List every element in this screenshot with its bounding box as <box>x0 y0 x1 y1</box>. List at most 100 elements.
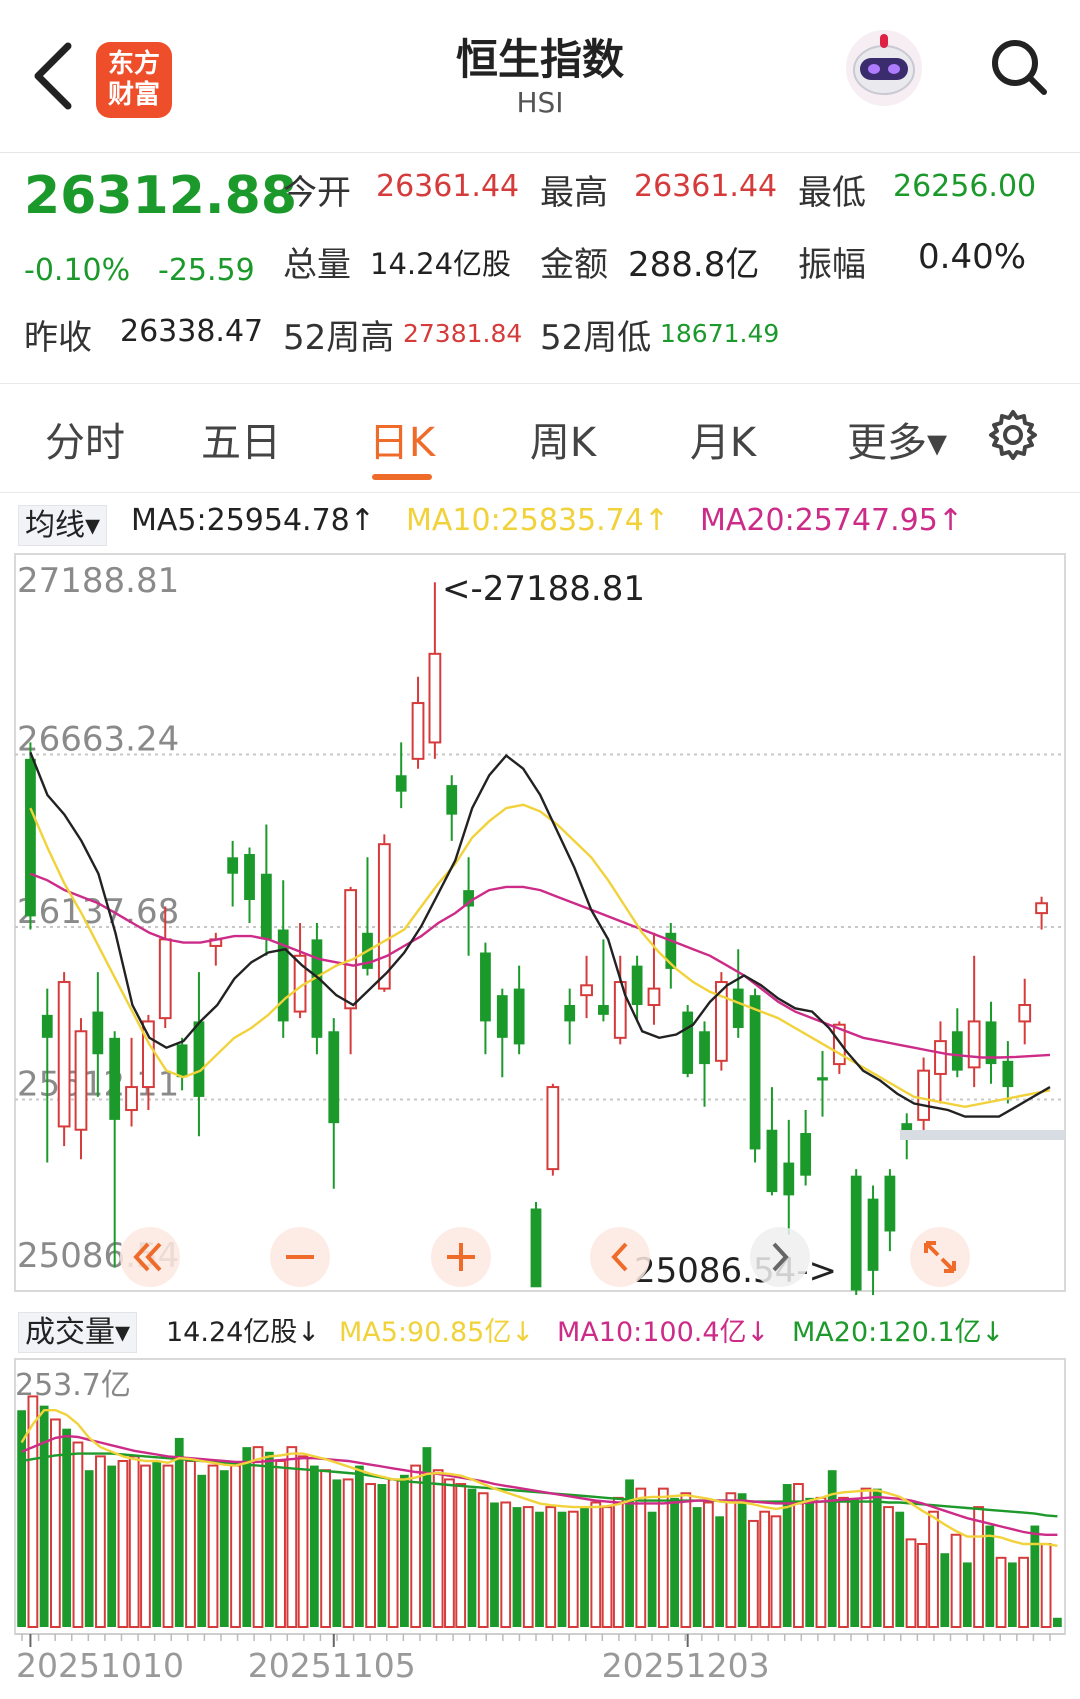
candle-body-down <box>395 775 407 792</box>
active-tab-indicator <box>372 474 432 480</box>
volume-bar-up <box>286 1446 298 1628</box>
volume-bar-up <box>928 1510 939 1628</box>
tab-daily-k[interactable]: 日K <box>347 410 457 468</box>
scroll-right-button[interactable] <box>750 1227 810 1287</box>
fullscreen-button[interactable] <box>910 1227 970 1287</box>
ma-selector-label[interactable]: 均线▾ <box>18 505 108 546</box>
volume-bar-down <box>535 1511 544 1627</box>
volume-bar-up <box>522 1506 534 1629</box>
vol-ma20-legend: MA20:120.1亿↓ <box>792 1310 1004 1349</box>
volume-bar-up <box>342 1478 354 1629</box>
volume-bar-up <box>680 1492 692 1628</box>
volume-bar-down <box>670 1497 679 1627</box>
volume-bar-down <box>1030 1525 1040 1627</box>
indicator-selector[interactable]: 成交量▾ <box>18 1307 138 1353</box>
volume-bars <box>17 1395 1062 1629</box>
tab-five-day[interactable]: 五日 <box>186 410 296 468</box>
low-label: 最低 <box>798 173 866 213</box>
volume-chart[interactable]: 253.7亿 20251010 20251105 20251203 <box>0 1355 1080 1699</box>
volume-bar-down <box>850 1497 860 1627</box>
candle-body-down <box>328 1031 340 1124</box>
volume-label: 总量 <box>283 245 351 285</box>
volume-bar-up <box>365 1483 377 1628</box>
volume-bar-up <box>635 1487 647 1628</box>
y-axis-label: 27188.81 <box>17 561 179 601</box>
open-label: 今开 <box>283 173 351 213</box>
candle-body-up <box>546 1086 560 1171</box>
w52-low-value: 18671.49 <box>660 319 780 348</box>
volume-bar-down <box>512 1507 522 1627</box>
volume-bar-down <box>962 1562 972 1627</box>
assistant-robot-icon[interactable] <box>842 26 926 110</box>
volume-bar-up <box>725 1492 737 1628</box>
volume-bar-up <box>230 1464 241 1628</box>
ma10-legend: MA10:25835.74↑ <box>406 503 669 538</box>
volume-bar-down <box>557 1511 567 1627</box>
candle-body-up <box>74 1030 88 1131</box>
volume-bar-down <box>805 1497 815 1627</box>
divider <box>0 492 1080 493</box>
scroll-left-button[interactable] <box>590 1227 650 1287</box>
volume-bar-down <box>580 1507 589 1627</box>
ma5-legend: MA5:25954.78↑ <box>131 503 375 538</box>
candle-body-down <box>699 1031 710 1065</box>
volume-max-label: 253.7亿 <box>15 1368 131 1403</box>
volume-bar-up <box>612 1496 624 1628</box>
volume-bar-down <box>242 1447 252 1627</box>
volume-bar-down <box>692 1507 702 1627</box>
volume-bar-up <box>815 1496 827 1628</box>
candle-body-up <box>344 889 358 1010</box>
vol-ma10-text: MA10:100.4亿↓ <box>557 1317 770 1348</box>
prev-close-label: 昨收 <box>24 318 92 358</box>
ma20-legend: MA20:25747.95↑ <box>700 503 963 538</box>
volume-bar-up <box>657 1487 669 1628</box>
candle-body-down <box>766 1129 778 1193</box>
kline-chart[interactable]: 27188.8126663.2426137.6825612.1125086.54… <box>0 550 1080 1295</box>
vol-ma10-legend: MA10:100.4亿↓ <box>557 1310 769 1349</box>
candle-body-up <box>142 1020 155 1089</box>
indicator-selector-label[interactable]: 成交量▾ <box>18 1312 138 1353</box>
volume-bar-down <box>354 1465 364 1627</box>
change-percent: -0.10% <box>24 253 131 288</box>
search-icon[interactable] <box>988 36 1050 98</box>
candle-body-down <box>530 1208 542 1288</box>
volume-bar-up <box>759 1510 771 1628</box>
x-axis-ticks <box>15 1633 1065 1641</box>
volume-bar-down <box>152 1460 162 1627</box>
zoom-in-button[interactable] <box>431 1227 491 1287</box>
volume-bar-down <box>17 1410 27 1627</box>
candle-body-down <box>244 854 255 900</box>
volume-bar-up <box>207 1464 219 1628</box>
volume-bar-up <box>995 1556 1007 1628</box>
candle-body-down <box>496 995 508 1038</box>
tab-weekly-k[interactable]: 周K <box>508 410 618 468</box>
top-nav-bar: 东方 财富 恒生指数 HSI <box>0 0 1080 153</box>
scroll-left-fast-button[interactable] <box>120 1227 180 1287</box>
candle-body-up <box>934 1040 947 1075</box>
tab-more[interactable]: 更多▾ <box>832 410 962 468</box>
tab-monthly-k[interactable]: 月K <box>668 410 778 468</box>
settings-gear-icon[interactable] <box>986 408 1040 462</box>
candle-body-up <box>580 984 593 997</box>
volume-bar-up <box>95 1455 106 1629</box>
volume-bar-down <box>62 1428 72 1627</box>
tab-intraday[interactable]: 分时 <box>30 410 140 468</box>
w52-high-value: 27381.84 <box>403 319 523 348</box>
kline-candles <box>25 582 1048 1295</box>
candle-body-down <box>513 988 525 1045</box>
ma-selector[interactable]: 均线▾ <box>18 500 108 546</box>
candle-body-down <box>109 1037 121 1120</box>
prev-close-value: 26338.47 <box>120 314 264 349</box>
volume-bar-down <box>647 1511 657 1627</box>
volume-bar-up <box>1018 1556 1029 1628</box>
amplitude-value: 0.40% <box>918 237 1027 277</box>
volume-bar-up <box>117 1459 129 1628</box>
x-axis-date-label: 20251010 <box>16 1646 184 1685</box>
zoom-out-button[interactable] <box>270 1227 330 1287</box>
volume-bar-up <box>860 1487 872 1628</box>
candle-body-up <box>917 1069 930 1121</box>
candle-body-down <box>850 1175 862 1291</box>
period-tabs: 分时 五日 日K 周K 月K 更多▾ <box>0 384 1080 492</box>
candle-body-up <box>57 981 71 1128</box>
volume-bar-up <box>916 1542 928 1628</box>
